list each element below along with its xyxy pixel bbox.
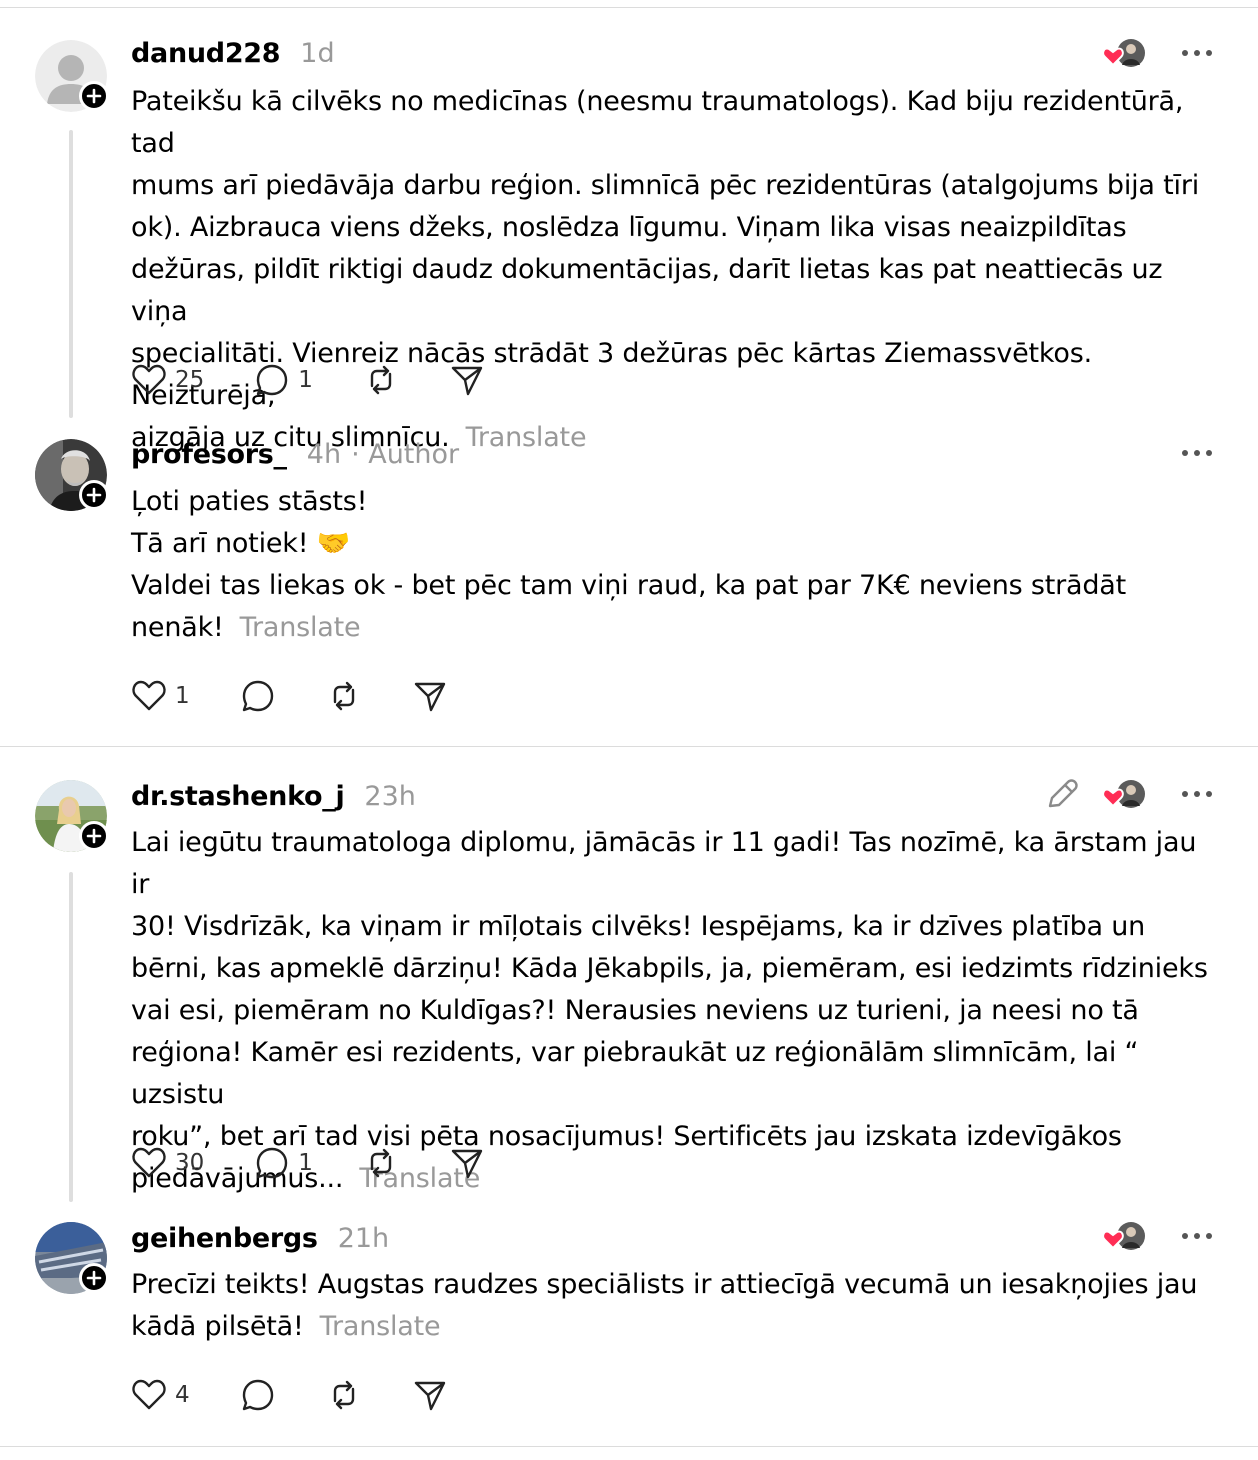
translate-link[interactable]: Translate	[240, 612, 361, 643]
send-icon	[414, 682, 445, 712]
action-bar: 1	[131, 676, 448, 716]
thread-divider	[0, 746, 1258, 747]
repost-icon	[370, 1148, 392, 1178]
text-line: reģiona! Kamēr esi rezidents, var piebra…	[131, 1037, 1139, 1110]
reply-button[interactable]	[240, 1377, 276, 1413]
like-count: 1	[175, 683, 190, 709]
reply-count: 1	[298, 1150, 313, 1176]
liked-by-author-icon	[1102, 39, 1145, 67]
more-options-icon[interactable]	[1181, 1231, 1213, 1241]
post-text: Ļoti paties stāsts! Tā arī notiek! 🤝 Val…	[131, 481, 1221, 649]
author-badge: · Author	[351, 438, 460, 470]
avatar-danud228[interactable]	[35, 40, 109, 112]
text-line: Tā arī notiek! 🤝	[131, 528, 351, 559]
like-button[interactable]: 30	[131, 1145, 204, 1181]
repost-icon	[333, 681, 354, 711]
avatar-geihenbergs[interactable]	[35, 1222, 109, 1294]
top-divider	[0, 7, 1258, 8]
translate-link[interactable]: Translate	[466, 422, 587, 453]
repost-button[interactable]	[363, 362, 399, 398]
repost-icon	[370, 365, 392, 395]
username[interactable]: dr.stashenko_j	[131, 781, 345, 812]
avatar-dr-stashenko[interactable]	[35, 780, 109, 852]
heart-icon	[132, 364, 166, 395]
text-line: Precīzi teikts! Augstas raudzes speciāli…	[131, 1269, 1198, 1300]
action-bar: 4	[131, 1375, 448, 1415]
comment-icon	[257, 364, 288, 396]
post-text: Pateikšu kā cilvēks no medicīnas (neesmu…	[131, 81, 1221, 459]
edit-pencil-icon[interactable]	[1044, 776, 1080, 812]
send-icon	[414, 1381, 445, 1411]
action-bar: 30 1	[131, 1143, 485, 1183]
like-button[interactable]: 1	[131, 678, 190, 714]
text-line: ok). Aizbrauca viens džeks, noslēdza līg…	[131, 212, 1127, 243]
heart-icon	[132, 680, 166, 711]
like-count: 30	[175, 1150, 205, 1176]
text-line: dežūras, pildīt riktigi daudz dokumentāc…	[131, 254, 1163, 327]
username[interactable]: danud228	[131, 38, 281, 69]
username[interactable]: profesors_	[131, 439, 287, 470]
username[interactable]: geihenbergs	[131, 1223, 318, 1254]
reply-button[interactable]	[240, 678, 276, 714]
post-text: Precīzi teikts! Augstas raudzes speciāli…	[131, 1264, 1221, 1348]
repost-button[interactable]	[363, 1145, 399, 1181]
text-line: Ļoti paties stāsts!	[131, 486, 368, 517]
like-count: 4	[175, 1382, 190, 1408]
like-button[interactable]: 4	[131, 1377, 190, 1413]
text-line: vai esi, piemēram no Kuldīgas?! Nerausie…	[131, 995, 1139, 1026]
liked-by-author-icon	[1102, 1222, 1145, 1250]
share-button[interactable]	[449, 362, 485, 398]
share-button[interactable]	[449, 1145, 485, 1181]
send-icon	[451, 1149, 483, 1179]
text-line: Valdei tas liekas ok - bet pēc tam viņi …	[131, 570, 1127, 601]
comment-icon	[242, 680, 273, 712]
follow-plus-icon[interactable]	[79, 821, 109, 851]
comment-icon	[257, 1147, 288, 1179]
follow-plus-icon[interactable]	[79, 480, 109, 510]
repost-icon	[333, 1380, 354, 1410]
heart-icon	[132, 1379, 166, 1410]
timestamp[interactable]: 1d	[300, 38, 334, 69]
post-header: danud228 1d	[131, 33, 335, 73]
reply-button[interactable]: 1	[254, 362, 313, 398]
share-button[interactable]	[412, 678, 448, 714]
more-options-icon[interactable]	[1181, 448, 1213, 458]
post-header: geihenbergs 21h	[131, 1218, 389, 1258]
text-line: Lai iegūtu traumatologa diplomu, jāmācās…	[131, 827, 1197, 900]
repost-button[interactable]	[326, 678, 362, 714]
reply-count: 1	[298, 367, 313, 393]
share-button[interactable]	[412, 1377, 448, 1413]
more-options-icon[interactable]	[1181, 48, 1213, 58]
text-line: 30! Visdrīzāk, ka viņam ir mīļotais cilv…	[131, 911, 1146, 942]
thread-line	[69, 130, 73, 418]
avatar-profesors[interactable]	[35, 439, 109, 511]
thread-line	[69, 872, 73, 1202]
post-header: profesors_ 4h · Author	[131, 434, 459, 474]
send-icon	[451, 366, 483, 396]
text-line: mums arī piedāvāja darbu reģion. slimnīc…	[131, 170, 1200, 201]
follow-plus-icon[interactable]	[79, 81, 109, 111]
liked-by-author-icon	[1102, 780, 1145, 808]
text-line: kādā pilsētā!	[131, 1311, 304, 1342]
more-options-icon[interactable]	[1181, 789, 1213, 799]
text-line: bērni, kas apmeklē dārziņu! Kāda Jēkabpi…	[131, 953, 1208, 984]
reply-button[interactable]: 1	[254, 1145, 313, 1181]
text-line: Pateikšu kā cilvēks no medicīnas (neesmu…	[131, 86, 1184, 159]
repost-button[interactable]	[326, 1377, 362, 1413]
comment-icon	[242, 1379, 273, 1411]
like-button[interactable]: 25	[131, 362, 204, 398]
timestamp[interactable]: 21h	[338, 1223, 389, 1254]
text-line: nenāk!	[131, 612, 224, 643]
like-count: 25	[175, 367, 205, 393]
follow-plus-icon[interactable]	[79, 1263, 109, 1293]
post-header: dr.stashenko_j 23h	[131, 776, 416, 816]
translate-link[interactable]: Translate	[320, 1311, 441, 1342]
bottom-divider	[0, 1446, 1258, 1447]
timestamp[interactable]: 23h	[364, 781, 415, 812]
action-bar: 25 1	[131, 360, 485, 400]
timestamp[interactable]: 4h	[307, 439, 341, 470]
heart-icon	[132, 1147, 166, 1178]
